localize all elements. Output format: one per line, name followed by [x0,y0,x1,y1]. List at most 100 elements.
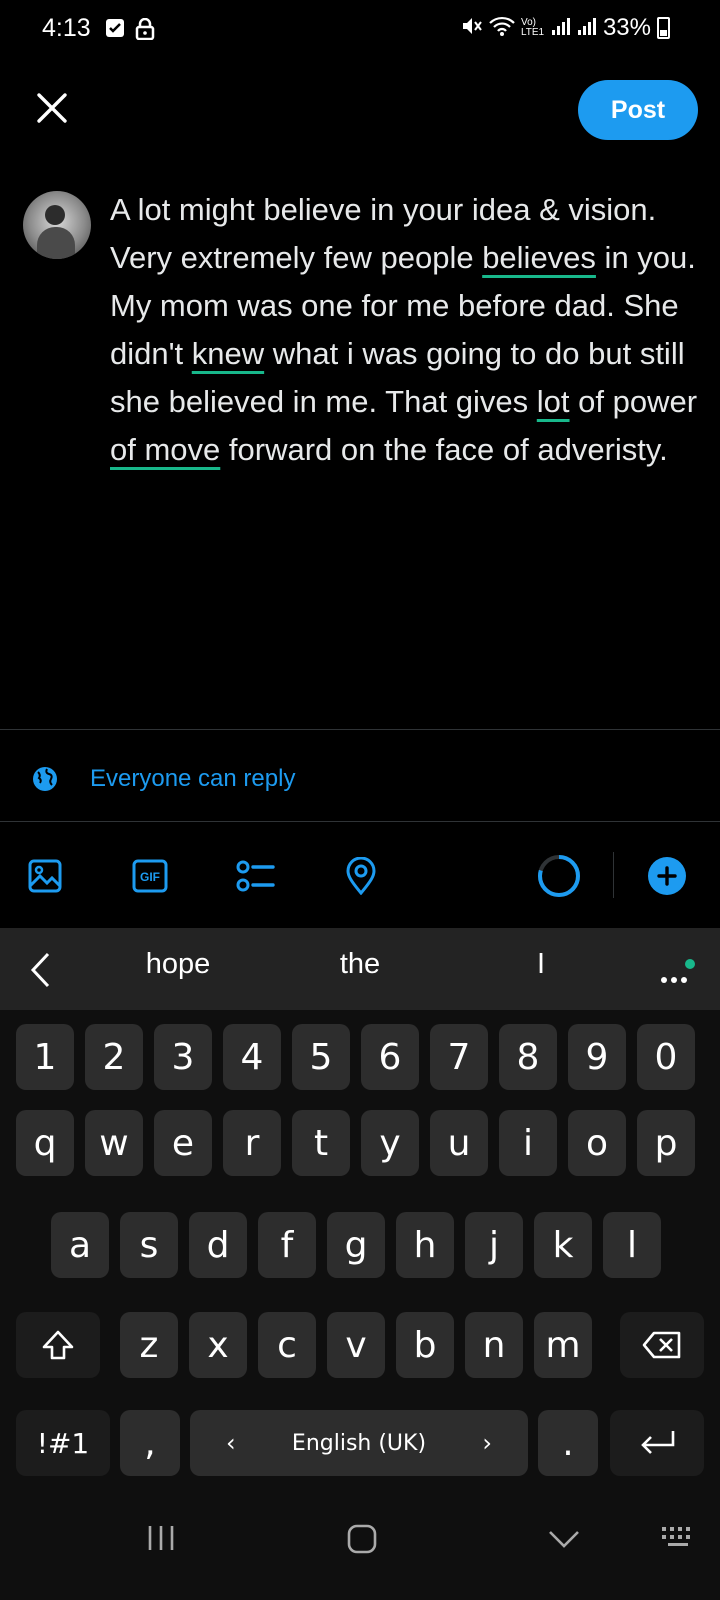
chevron-down-icon [549,1531,579,1548]
home-icon [347,1524,377,1554]
key-3[interactable]: 3 [154,1024,212,1090]
status-time: 4:13 [42,14,91,42]
chevron-left-icon: ‹ [226,1429,236,1457]
period-key[interactable]: . [538,1410,598,1476]
key-t[interactable]: t [292,1110,350,1176]
signal-icon-1 [551,16,571,41]
add-poll-button[interactable] [232,852,280,900]
keyboard: hope the I !#1 , ‹ English (UK) › . 1234… [0,928,720,1488]
backspace-key[interactable] [620,1312,704,1378]
divider [0,729,720,730]
key-f[interactable]: f [258,1212,316,1278]
key-a[interactable]: a [51,1212,109,1278]
key-2[interactable]: 2 [85,1024,143,1090]
key-9[interactable]: 9 [568,1024,626,1090]
symbols-key[interactable]: !#1 [16,1410,110,1476]
character-count-ring [535,852,583,900]
key-i[interactable]: i [499,1110,557,1176]
key-x[interactable]: x [189,1312,247,1378]
key-o[interactable]: o [568,1110,626,1176]
post-button[interactable]: Post [578,80,698,140]
divider [0,821,720,822]
keyboard-more-button[interactable] [660,958,696,993]
divider [613,852,614,898]
key-q[interactable]: q [16,1110,74,1176]
chevron-left-icon [30,952,50,988]
image-icon [28,859,62,893]
shift-arrow-icon [42,1330,74,1360]
key-r[interactable]: r [223,1110,281,1176]
key-1[interactable]: 1 [16,1024,74,1090]
close-button[interactable] [30,86,74,130]
key-w[interactable]: w [85,1110,143,1176]
enter-icon [641,1431,675,1454]
key-c[interactable]: c [258,1312,316,1378]
suggestion-3[interactable]: I [520,948,562,981]
key-d[interactable]: d [189,1212,247,1278]
key-4[interactable]: 4 [223,1024,281,1090]
key-k[interactable]: k [534,1212,592,1278]
reply-setting-label: Everyone can reply [90,765,296,792]
shift-key[interactable] [16,1312,100,1378]
plus-circle-icon [648,857,686,895]
globe-icon [32,766,58,797]
key-0[interactable]: 0 [637,1024,695,1090]
key-j[interactable]: j [465,1212,523,1278]
key-y[interactable]: y [361,1110,419,1176]
key-n[interactable]: n [465,1312,523,1378]
key-b[interactable]: b [396,1312,454,1378]
suggestion-back-button[interactable] [28,950,52,995]
gif-icon: GIF [132,859,168,893]
mute-icon [461,15,483,42]
network-label: Vo) LTE1 [520,17,545,38]
key-e[interactable]: e [154,1110,212,1176]
key-v[interactable]: v [327,1312,385,1378]
poll-icon [236,860,275,892]
key-h[interactable]: h [396,1212,454,1278]
compose-text-segment: of power [569,384,698,419]
space-key[interactable]: ‹ English (UK) › [190,1410,528,1476]
compose-text-segment: forward on the face of adveristy. [220,432,668,467]
battery-percent: 33% [602,14,651,41]
key-z[interactable]: z [120,1312,178,1378]
keyboard-switch-button[interactable] [660,1524,696,1555]
suggestion-2[interactable]: the [310,948,410,981]
lock-icon [135,17,155,45]
recents-icon [148,1526,174,1550]
suggestion-1[interactable]: hope [130,948,226,981]
key-u[interactable]: u [430,1110,488,1176]
space-key-label: English (UK) [291,1430,427,1456]
suggestion-bar: hope the I [0,928,720,1010]
avatar [23,191,91,259]
comma-key[interactable]: , [120,1410,180,1476]
key-m[interactable]: m [534,1312,592,1378]
add-gif-button[interactable]: GIF [126,852,174,900]
spellcheck-flagged-word[interactable]: lot [537,384,570,419]
key-5[interactable]: 5 [292,1024,350,1090]
key-8[interactable]: 8 [499,1024,557,1090]
enter-key[interactable] [610,1410,704,1476]
status-bar: 4:13 Vo) LTE1 33% [0,0,720,58]
add-location-button[interactable] [337,852,385,900]
key-p[interactable]: p [637,1110,695,1176]
keyboard-icon [662,1527,690,1546]
key-l[interactable]: l [603,1212,661,1278]
recent-apps-button[interactable] [146,1524,176,1557]
reply-setting-button[interactable]: Everyone can reply [0,738,720,820]
compose-text-area[interactable]: A lot might believe in your idea & visio… [110,186,706,474]
close-icon [37,93,67,123]
add-thread-button[interactable] [643,852,691,900]
spellcheck-flagged-word[interactable]: knew [192,336,264,371]
add-image-button[interactable] [21,852,69,900]
key-s[interactable]: s [120,1212,178,1278]
system-nav-bar [0,1488,720,1600]
key-6[interactable]: 6 [361,1024,419,1090]
checkbox-notification-icon [105,18,125,45]
hide-keyboard-button[interactable] [548,1524,580,1557]
spellcheck-flagged-word[interactable]: believes [482,240,596,275]
key-7[interactable]: 7 [430,1024,488,1090]
key-g[interactable]: g [327,1212,385,1278]
home-button[interactable] [347,1524,377,1559]
spellcheck-flagged-word[interactable]: of move [110,432,220,467]
more-dots-icon [661,959,695,983]
